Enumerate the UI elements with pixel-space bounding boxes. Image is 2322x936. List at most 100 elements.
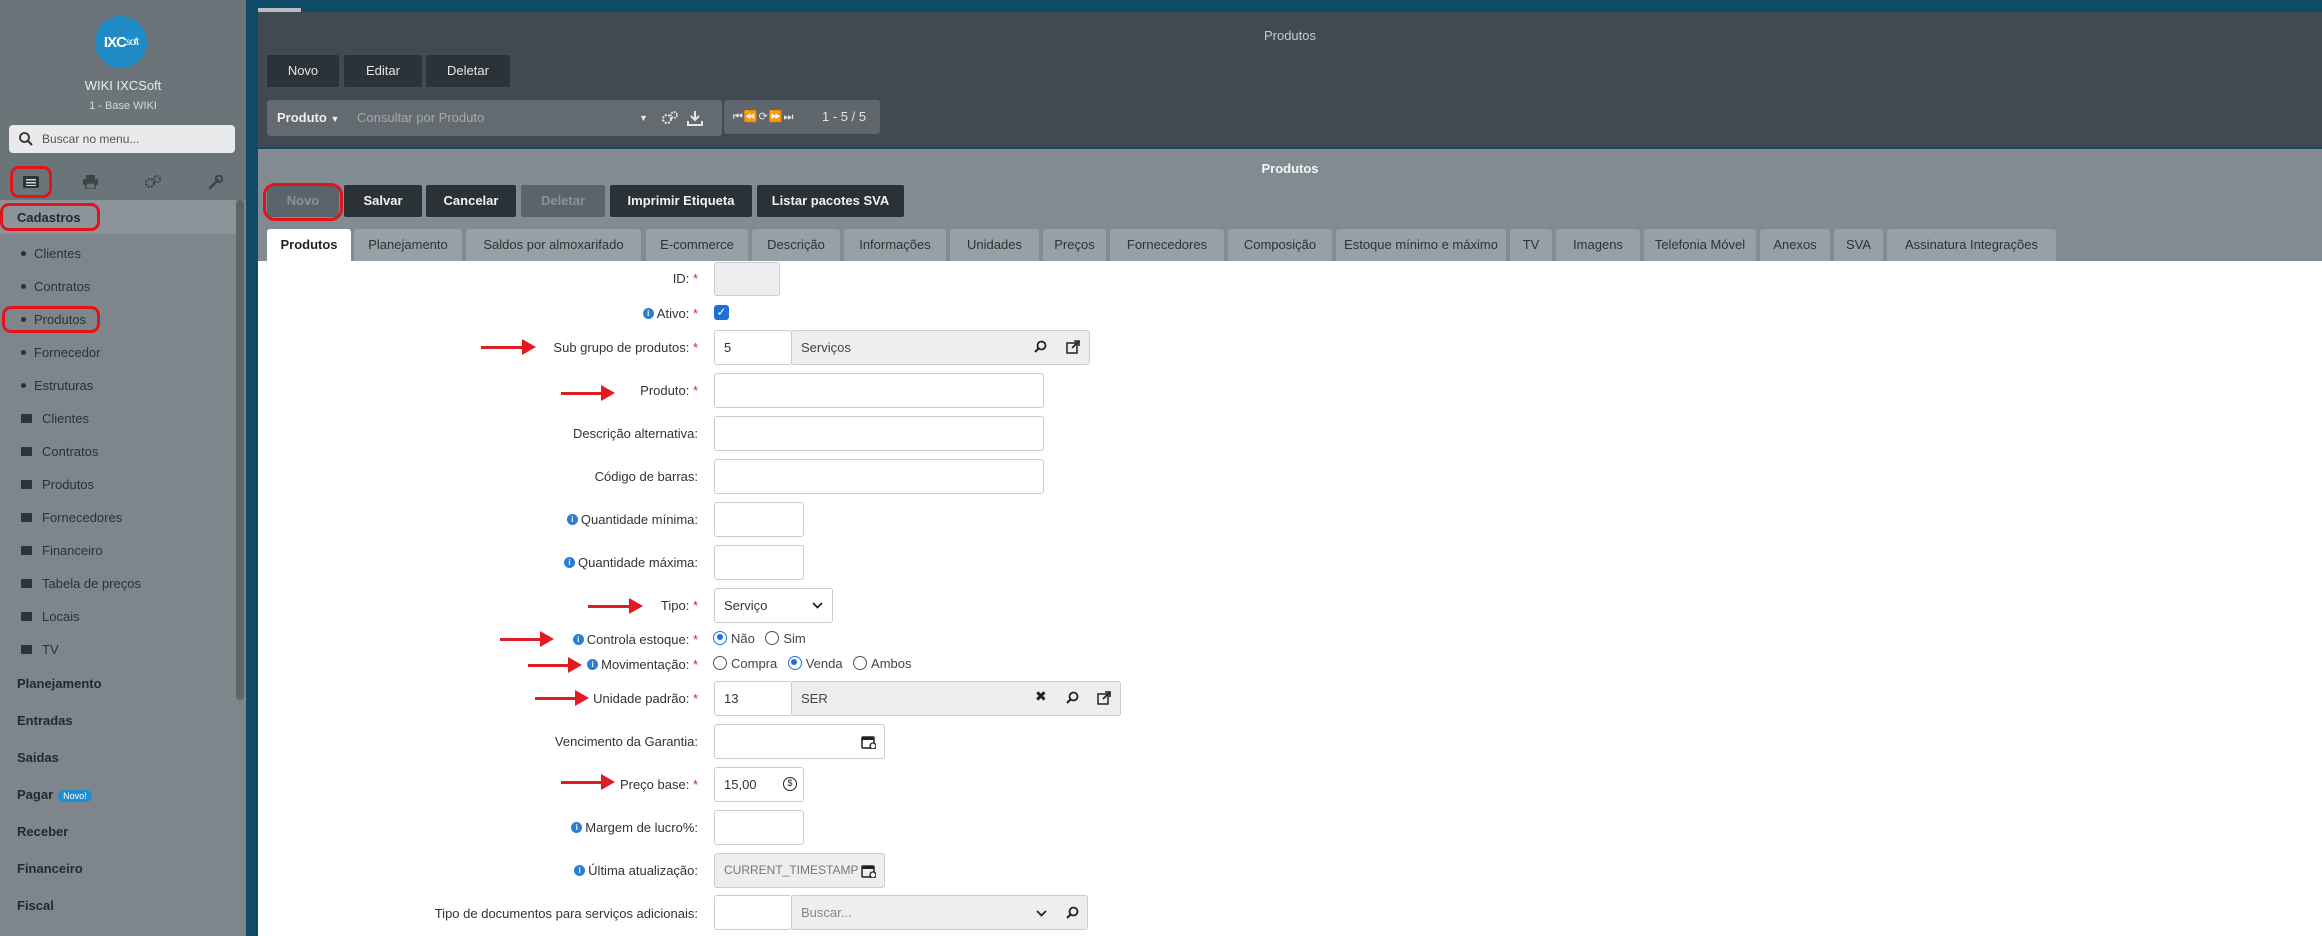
sidebar-folder-contratos[interactable]: Contratos (21, 444, 98, 459)
gears-icon[interactable] (661, 110, 679, 126)
qtd-max-label: i Quantidade máxima: (258, 555, 698, 570)
sidebar-section-entradas[interactable]: Entradas (17, 713, 73, 728)
menu-search-input[interactable]: Buscar no menu... (9, 125, 235, 153)
folder-icon (21, 546, 32, 556)
currency-icon: $ (783, 777, 797, 791)
sidebar-folder-produtos[interactable]: Produtos (21, 477, 94, 492)
tab-tv[interactable]: TV (1510, 229, 1552, 261)
tab-descricao[interactable]: Descrição (752, 229, 840, 261)
produto-input[interactable] (714, 373, 1044, 408)
tab-unidades[interactable]: Unidades (950, 229, 1039, 261)
search-icon[interactable] (1034, 340, 1048, 354)
caret-down-icon: ▼ (330, 114, 340, 124)
external-link-icon[interactable] (1066, 340, 1080, 354)
tipo-documentos-id-input[interactable] (714, 895, 792, 930)
list-delete-button[interactable]: Deletar (426, 55, 510, 87)
sidebar-section-pagar[interactable]: Pagar Novo! (17, 787, 92, 802)
sidebar-item-estruturas[interactable]: Estruturas (21, 378, 93, 393)
sidebar-section-cadastros[interactable]: Cadastros (17, 210, 81, 225)
tab-telefonia[interactable]: Telefonia Móvel (1644, 229, 1756, 261)
tab-saldos[interactable]: Saldos por almoxarifado (466, 229, 641, 261)
sidebar-folder-locais[interactable]: Locais (21, 609, 80, 624)
id-field[interactable] (714, 262, 780, 296)
tab-precos[interactable]: Preços (1043, 229, 1106, 261)
tab-composicao[interactable]: Composição (1228, 229, 1332, 261)
sidebar-item-contratos[interactable]: Contratos (21, 279, 90, 294)
tab-ecommerce[interactable]: E-commerce (646, 229, 748, 261)
mov-venda-radio[interactable] (787, 655, 802, 670)
info-icon: i (571, 822, 583, 834)
product-search-input[interactable]: Consultar por Produto (357, 100, 484, 136)
tipo-documentos-search[interactable]: Buscar... (791, 895, 1088, 930)
search-icon[interactable] (1066, 691, 1080, 705)
form-delete-button[interactable]: Deletar (521, 185, 605, 217)
list-new-button[interactable]: Novo (267, 55, 339, 87)
tab-estoque[interactable]: Estoque mínimo e máximo (1336, 229, 1506, 261)
sidebar-section-financeiro[interactable]: Financeiro (17, 861, 83, 876)
sidebar-item-clientes[interactable]: Clientes (21, 246, 81, 261)
subgrupo-id-input[interactable]: 5 (714, 330, 792, 365)
tab-fornecedores[interactable]: Fornecedores (1110, 229, 1224, 261)
list-icon[interactable] (10, 166, 52, 198)
mov-compra-radio[interactable] (713, 655, 727, 670)
ativo-checkbox[interactable]: ✓ (714, 305, 729, 320)
print-label-button[interactable]: Imprimir Etiqueta (610, 185, 752, 217)
brand-title: WIKI IXCSoft (84, 78, 162, 93)
sidebar-folder-financeiro[interactable]: Financeiro (21, 543, 103, 558)
menu-search-placeholder: Buscar no menu... (42, 132, 140, 146)
codigo-barras-input[interactable] (714, 459, 1044, 494)
wrench-icon[interactable] (197, 165, 233, 199)
sidebar-folder-fornecedores[interactable]: Fornecedores (21, 510, 122, 525)
external-link-icon[interactable] (1097, 691, 1111, 705)
preco-base-input[interactable]: 15,00 $ (714, 767, 804, 802)
info-icon: i (564, 557, 576, 569)
gears-icon[interactable] (135, 165, 171, 199)
sidebar-section-fiscal[interactable]: Fiscal (17, 898, 54, 913)
tab-imagens[interactable]: Imagens (1556, 229, 1640, 261)
mov-ambos-radio[interactable] (853, 655, 868, 670)
print-icon[interactable] (72, 165, 108, 199)
sidebar-item-fornecedor[interactable]: Fornecedor (21, 345, 100, 360)
margem-lucro-label: i Margem de lucro%: (258, 820, 698, 835)
info-icon: i (587, 659, 599, 671)
pager-status: 1 - 5 / 5 (822, 109, 867, 124)
pager-nav-icons[interactable]: ⏮⏪⟳⏩⏭ (733, 100, 794, 134)
tab-assinatura[interactable]: Assinatura Integrações (1887, 229, 2056, 261)
tab-anexos[interactable]: Anexos (1760, 229, 1830, 261)
qtd-min-input[interactable] (714, 502, 804, 537)
list-sva-button[interactable]: Listar pacotes SVA (757, 185, 904, 217)
tipo-select[interactable]: Serviço (714, 588, 833, 623)
sidebar-folder-clientes[interactable]: Clientes (21, 411, 89, 426)
ultima-atualizacao-field: CURRENT_TIMESTAMP (714, 853, 885, 888)
list-edit-button[interactable]: Editar (344, 55, 422, 87)
calendar-icon (861, 865, 876, 878)
filter-field-select[interactable]: Produto ▼ (277, 100, 339, 137)
controla-nao-radio[interactable] (713, 630, 727, 645)
save-button[interactable]: Salvar (344, 185, 422, 217)
sidebar-folder-tv[interactable]: TV (21, 642, 59, 657)
tipo-documentos-label: Tipo de documentos para serviços adicion… (434, 906, 698, 921)
unidade-id-input[interactable]: 13 (714, 681, 792, 716)
sidebar-section-saidas[interactable]: Saidas (17, 750, 59, 765)
margem-lucro-input[interactable] (714, 810, 804, 845)
close-icon[interactable]: ✖ (1035, 688, 1047, 705)
download-icon[interactable] (687, 110, 703, 126)
tab-sva[interactable]: SVA (1834, 229, 1883, 261)
descricao-input[interactable] (714, 416, 1044, 451)
sidebar-folder-tabela-precos[interactable]: Tabela de preços (21, 576, 141, 591)
info-icon: i (642, 308, 654, 320)
tab-produtos[interactable]: Produtos (267, 229, 351, 261)
sidebar-scrollbar[interactable] (236, 200, 244, 700)
tab-informacoes[interactable]: Informações (844, 229, 946, 261)
folder-icon (21, 447, 32, 457)
cancel-button[interactable]: Cancelar (426, 185, 516, 217)
qtd-max-input[interactable] (714, 545, 804, 580)
tab-planejamento[interactable]: Planejamento (354, 229, 462, 261)
folder-icon (21, 513, 32, 523)
controla-sim-radio[interactable] (765, 630, 780, 645)
garantia-date-input[interactable] (714, 724, 885, 759)
sidebar-section-receber[interactable]: Receber (17, 824, 68, 839)
folder-icon (21, 645, 32, 655)
caret-down-icon[interactable]: ▼ (639, 100, 648, 136)
sidebar-section-planejamento[interactable]: Planejamento (17, 676, 102, 691)
